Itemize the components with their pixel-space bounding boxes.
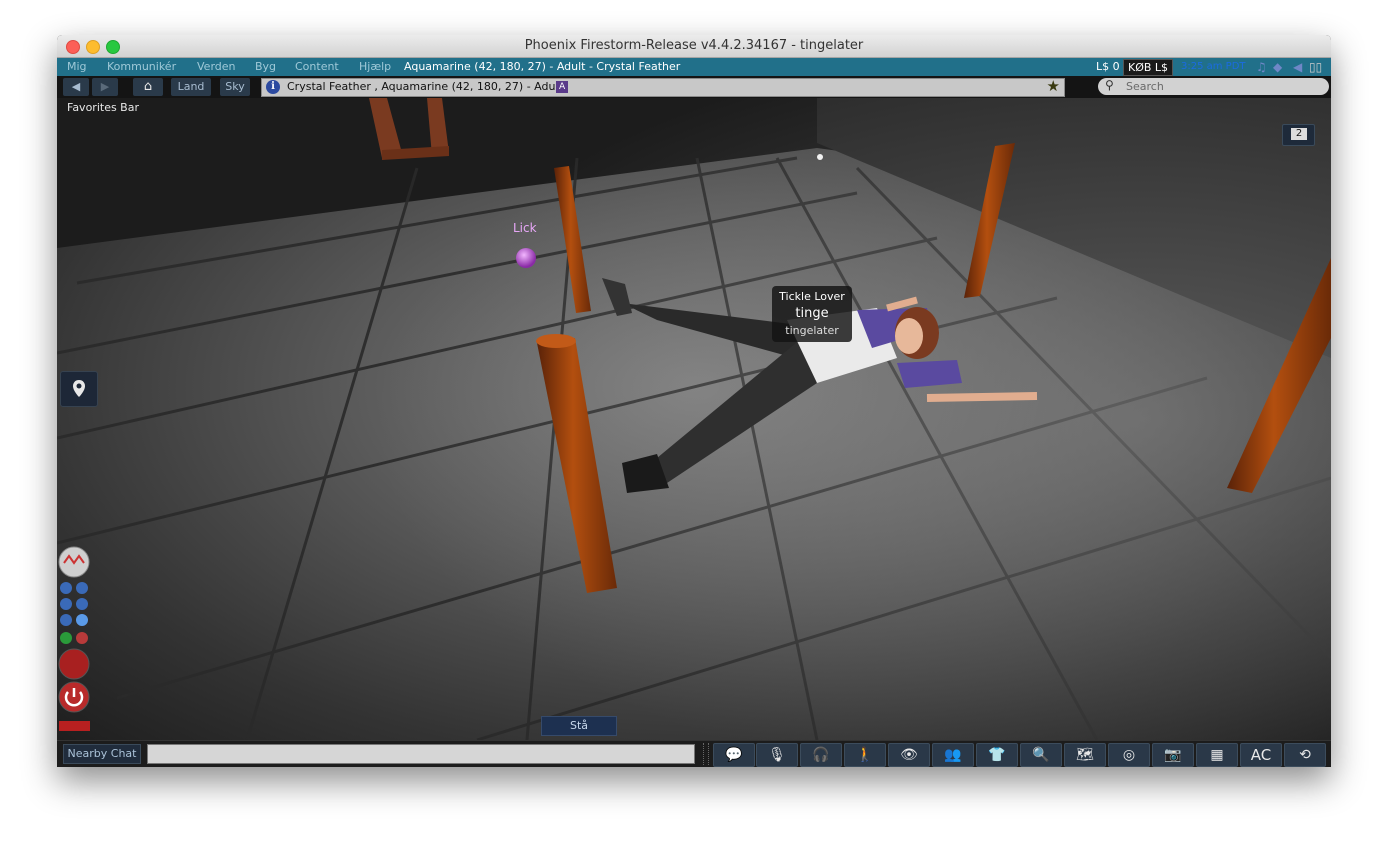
people-icon: 👥 bbox=[944, 747, 962, 763]
snapshot-button[interactable]: 📷 bbox=[1152, 743, 1194, 767]
map-pin-icon bbox=[73, 380, 85, 397]
magnifier-icon: 🔍 bbox=[1032, 747, 1050, 763]
radar-icon: ◎ bbox=[1122, 747, 1136, 763]
balance-label: L$ 0 bbox=[1096, 60, 1120, 73]
search-placeholder: Search bbox=[1126, 80, 1164, 93]
info-icon[interactable]: i bbox=[266, 80, 280, 94]
search-input[interactable]: ⚲ Search bbox=[1098, 78, 1329, 95]
menu-bar: Mig Kommunikér Verden Byg Content Hjælp … bbox=[57, 58, 1331, 76]
title-bar: Phoenix Firestorm-Release v4.4.2.34167 -… bbox=[57, 35, 1331, 58]
inventory-icon: ▦ bbox=[1210, 747, 1224, 763]
app-window: Phoenix Firestorm-Release v4.4.2.34167 -… bbox=[57, 35, 1331, 767]
menu-location: Aquamarine (42, 180, 27) - Adult - Cryst… bbox=[404, 60, 681, 73]
avatar-menu-icon: ⟲ bbox=[1299, 747, 1311, 763]
fullscreen-icon[interactable]: ▯▯ bbox=[1309, 60, 1322, 74]
location-text: Crystal Feather , Aquamarine (42, 180, 2… bbox=[287, 80, 563, 93]
search-icon: ⚲ bbox=[1105, 78, 1114, 92]
sky-button[interactable]: Sky bbox=[220, 78, 250, 96]
map-pin-button[interactable] bbox=[60, 371, 98, 407]
people-button[interactable]: 👥 bbox=[932, 743, 974, 767]
toolbar-divider bbox=[703, 743, 709, 765]
stand-up-button[interactable]: Stå bbox=[541, 716, 617, 736]
map-button[interactable]: 🗺 bbox=[1064, 743, 1106, 767]
camera-icon: 📷 bbox=[1164, 747, 1182, 763]
walk-icon: 🚶 bbox=[856, 747, 874, 763]
avatar-name-tag: Tickle Lover tinge tingelater bbox=[772, 286, 852, 342]
menu-content[interactable]: Content bbox=[295, 60, 339, 73]
back-button[interactable]: ◀ bbox=[63, 78, 89, 96]
chat-input[interactable] bbox=[147, 744, 695, 764]
chat-button[interactable]: 💬 bbox=[713, 743, 755, 767]
nearby-chat-button[interactable]: Nearby Chat bbox=[63, 744, 141, 764]
search-button[interactable]: 🔍 bbox=[1020, 743, 1062, 767]
menu-mig[interactable]: Mig bbox=[67, 60, 87, 73]
shirt-icon: 👕 bbox=[988, 747, 1006, 763]
favorite-star-icon[interactable]: ★ bbox=[1047, 77, 1060, 95]
music-icon[interactable]: ♫ bbox=[1256, 60, 1267, 74]
eye-icon: 👁 bbox=[900, 747, 918, 763]
menu-verden[interactable]: Verden bbox=[197, 60, 236, 73]
avatar-display-name: tinge bbox=[795, 306, 829, 321]
3d-world-view[interactable]: Favorites Bar 2 Lick Tickle Lover tinge … bbox=[57, 98, 1331, 740]
menu-hjaelp[interactable]: Hjælp bbox=[359, 60, 391, 73]
menu-kommuniker[interactable]: Kommunikér bbox=[107, 60, 176, 73]
appearance-button[interactable]: 👕 bbox=[976, 743, 1018, 767]
speak-button[interactable]: 🎧 bbox=[800, 743, 842, 767]
favorites-bar-label: Favorites Bar bbox=[67, 101, 139, 114]
buy-currency-button[interactable]: KØB L$ bbox=[1123, 59, 1174, 76]
volume-icon[interactable]: ◀ bbox=[1293, 60, 1302, 74]
home-button[interactable]: ⌂ bbox=[133, 78, 163, 96]
move-button[interactable]: 🚶 bbox=[844, 743, 886, 767]
location-input[interactable]: i Crystal Feather , Aquamarine (42, 180,… bbox=[261, 77, 1065, 97]
headphones-icon: 🎧 bbox=[812, 747, 830, 763]
land-button[interactable]: Land bbox=[171, 78, 211, 96]
view-button[interactable]: 👁 bbox=[888, 743, 930, 767]
maturity-rating-badge: A bbox=[556, 81, 569, 93]
notifications-badge[interactable]: 2 bbox=[1282, 124, 1315, 146]
hud-attachments[interactable] bbox=[57, 544, 97, 736]
world-scene bbox=[57, 98, 1331, 740]
avatar-menu-button[interactable]: ⟲ bbox=[1284, 743, 1326, 767]
ac-button[interactable]: AC bbox=[1240, 743, 1282, 767]
radar-button[interactable]: ◎ bbox=[1108, 743, 1150, 767]
menu-byg[interactable]: Byg bbox=[255, 60, 276, 73]
media-icon[interactable]: ◆ bbox=[1273, 60, 1282, 74]
chat-icon: 💬 bbox=[725, 747, 743, 763]
microphone-icon: 🎙 bbox=[768, 747, 786, 763]
inventory-button[interactable]: ▦ bbox=[1196, 743, 1238, 767]
notification-count: 2 bbox=[1291, 128, 1307, 140]
forward-button[interactable]: ▶ bbox=[92, 78, 118, 96]
avatar-group-title: Tickle Lover bbox=[779, 290, 845, 303]
avatar-username: tingelater bbox=[785, 324, 839, 337]
map-icon: 🗺 bbox=[1076, 747, 1094, 763]
window-title: Phoenix Firestorm-Release v4.4.2.34167 -… bbox=[524, 38, 864, 53]
clock-label: 3:25 am PDT bbox=[1181, 61, 1246, 72]
voice-button[interactable]: 🎙 bbox=[756, 743, 798, 767]
object-label: Lick bbox=[513, 221, 537, 235]
bottom-bar: Nearby Chat 💬 🎙 🎧 🚶 👁 👥 👕 🔍 🗺 ◎ 📷 ▦ AC ⟲ bbox=[57, 740, 1331, 767]
